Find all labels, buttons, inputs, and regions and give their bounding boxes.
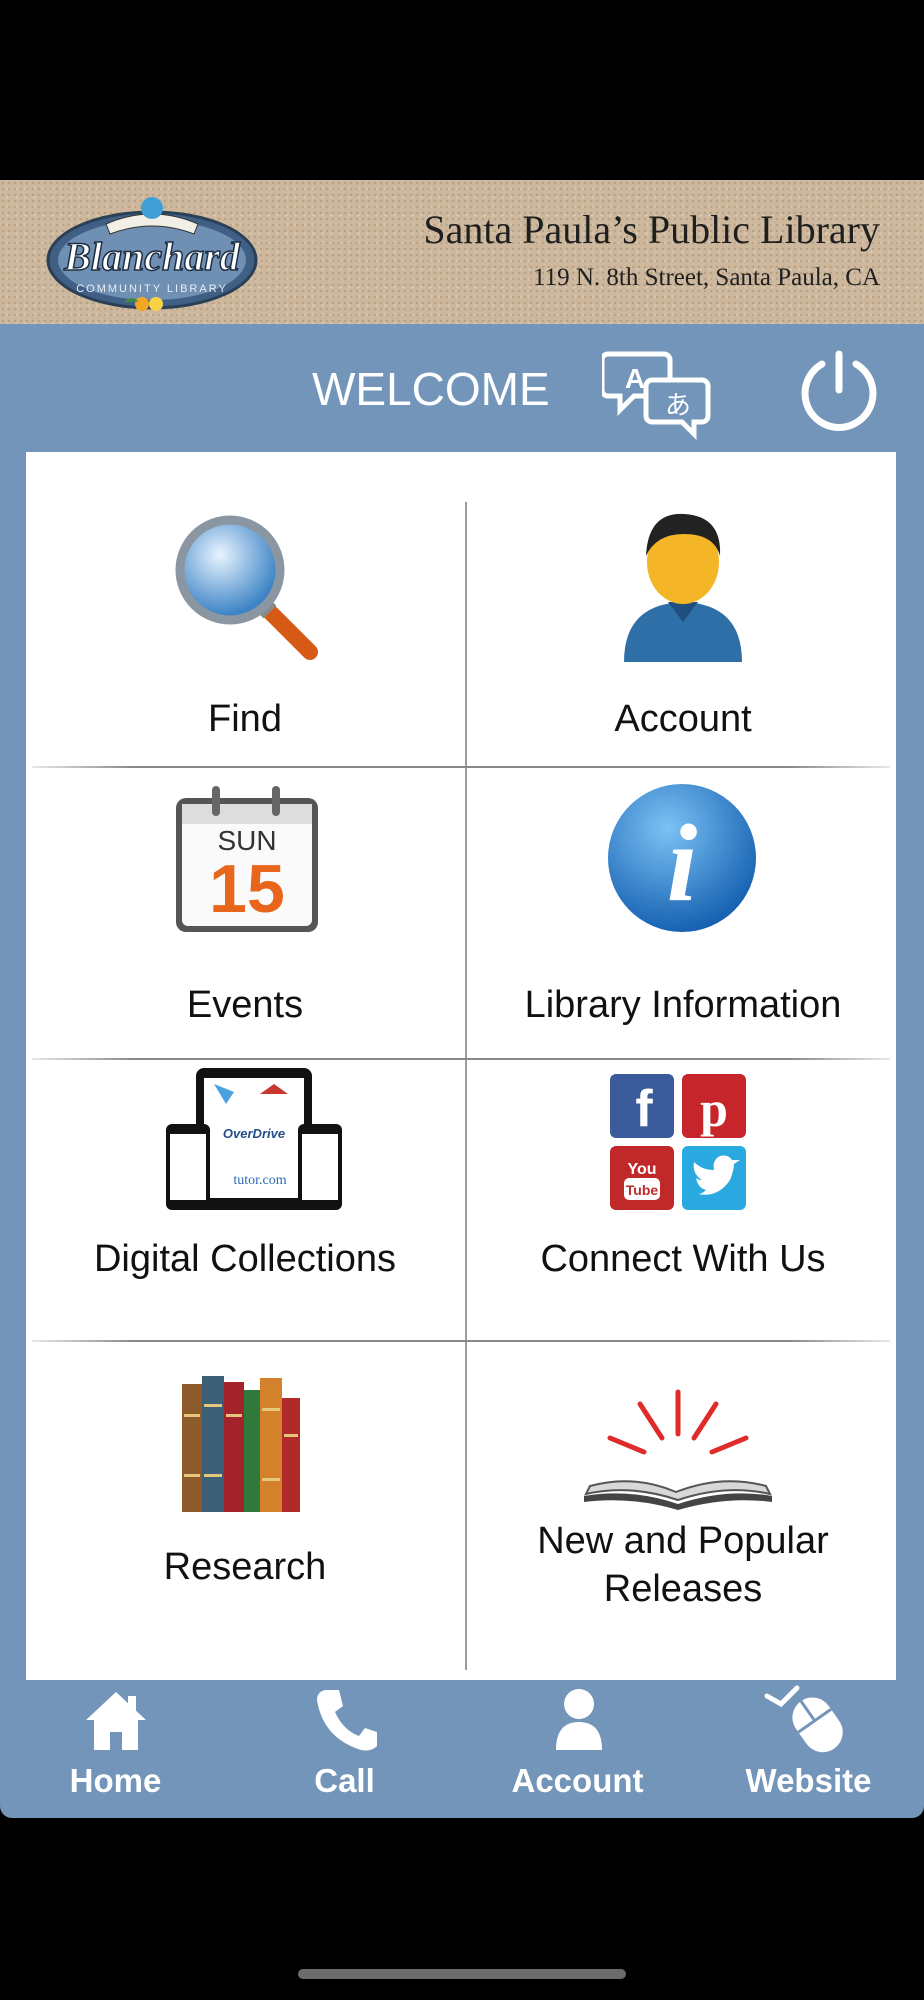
books-icon <box>182 1376 300 1512</box>
column-divider <box>465 502 467 1670</box>
library-address: 119 N. 8th Street, Santa Paula, CA <box>533 264 880 291</box>
menu-label: Library Information <box>524 984 842 1026</box>
menu-item-find[interactable]: Find <box>30 492 460 762</box>
menu-label-line2: Releases <box>603 1568 763 1610</box>
library-logo: Blanchard COMMUNITY LIBRARY <box>46 197 258 311</box>
welcome-title: WELCOME <box>312 363 550 415</box>
menu-item-research[interactable]: Research <box>30 1346 460 1646</box>
svg-text:A: A <box>625 363 645 394</box>
open-book-icon <box>584 1389 772 1510</box>
bottom-nav: Home Call Account Website <box>0 1680 924 1818</box>
svg-text:i: i <box>667 802 698 924</box>
welcome-bar: WELCOME A あ <box>0 324 924 452</box>
menu-item-digital-collections[interactable]: OverDrive tutor.com Digital Collections <box>30 1064 460 1336</box>
menu-label: Account <box>614 698 752 740</box>
menu-item-new-and-popular-releases[interactable]: New and Popular Releases <box>468 1346 898 1646</box>
mouse-icon <box>764 1685 843 1753</box>
library-name: Santa Paula’s Public Library <box>423 207 880 252</box>
home-indicator[interactable] <box>298 1969 626 1979</box>
nav-call[interactable]: Call <box>229 1680 460 1818</box>
home-icon <box>86 1692 146 1750</box>
row-divider <box>32 766 890 768</box>
translate-icon[interactable]: A あ <box>602 346 714 442</box>
svg-text:Blanchard: Blanchard <box>63 234 241 279</box>
svg-text:Tube: Tube <box>626 1182 659 1198</box>
social-icons: f p You Tube <box>610 1074 746 1210</box>
nav-label: Website <box>745 1762 872 1799</box>
magnifier-icon <box>175 515 318 660</box>
menu-label: New and Popular <box>537 1520 829 1562</box>
menu-label: Find <box>208 698 282 740</box>
nav-label: Call <box>314 1762 375 1799</box>
menu-item-library-information[interactable]: i Library Information <box>468 772 898 1052</box>
nav-label: Home <box>69 1762 162 1799</box>
svg-text:あ: あ <box>665 391 691 421</box>
nav-website[interactable]: Website <box>693 1680 924 1818</box>
power-icon[interactable] <box>796 348 882 434</box>
phone-icon <box>317 1690 377 1751</box>
menu-label: Connect With Us <box>540 1238 826 1280</box>
row-divider <box>32 1058 890 1060</box>
menu-label: Digital Collections <box>93 1238 396 1280</box>
nav-label: Account <box>511 1762 644 1799</box>
svg-text:COMMUNITY LIBRARY: COMMUNITY LIBRARY <box>76 283 228 295</box>
row-divider <box>32 1340 890 1342</box>
menu-label: Events <box>186 984 304 1026</box>
menu-label: Research <box>163 1546 327 1588</box>
svg-text:p: p <box>700 1081 728 1137</box>
library-banner: Blanchard COMMUNITY LIBRARY Santa Paula’… <box>0 180 924 324</box>
user-icon <box>624 513 742 662</box>
svg-text:OverDrive: OverDrive <box>223 1126 285 1141</box>
svg-text:tutor.com: tutor.com <box>233 1173 286 1188</box>
info-icon: i <box>608 784 756 932</box>
nav-account[interactable]: Account <box>462 1680 693 1818</box>
main-menu-panel: Find Account SUN 15 Events i Library Inf… <box>26 452 896 1680</box>
svg-text:You: You <box>627 1161 656 1178</box>
user-icon <box>556 1689 602 1750</box>
menu-item-events[interactable]: SUN 15 Events <box>30 772 460 1052</box>
menu-item-account[interactable]: Account <box>468 492 898 762</box>
calendar-icon: SUN 15 <box>176 786 318 932</box>
devices-icon: OverDrive tutor.com <box>166 1068 342 1210</box>
svg-text:15: 15 <box>209 851 285 927</box>
svg-text:f: f <box>635 1080 653 1138</box>
nav-home[interactable]: Home <box>0 1680 231 1818</box>
menu-item-connect-with-us[interactable]: f p You Tube Connect With Us <box>468 1064 898 1336</box>
